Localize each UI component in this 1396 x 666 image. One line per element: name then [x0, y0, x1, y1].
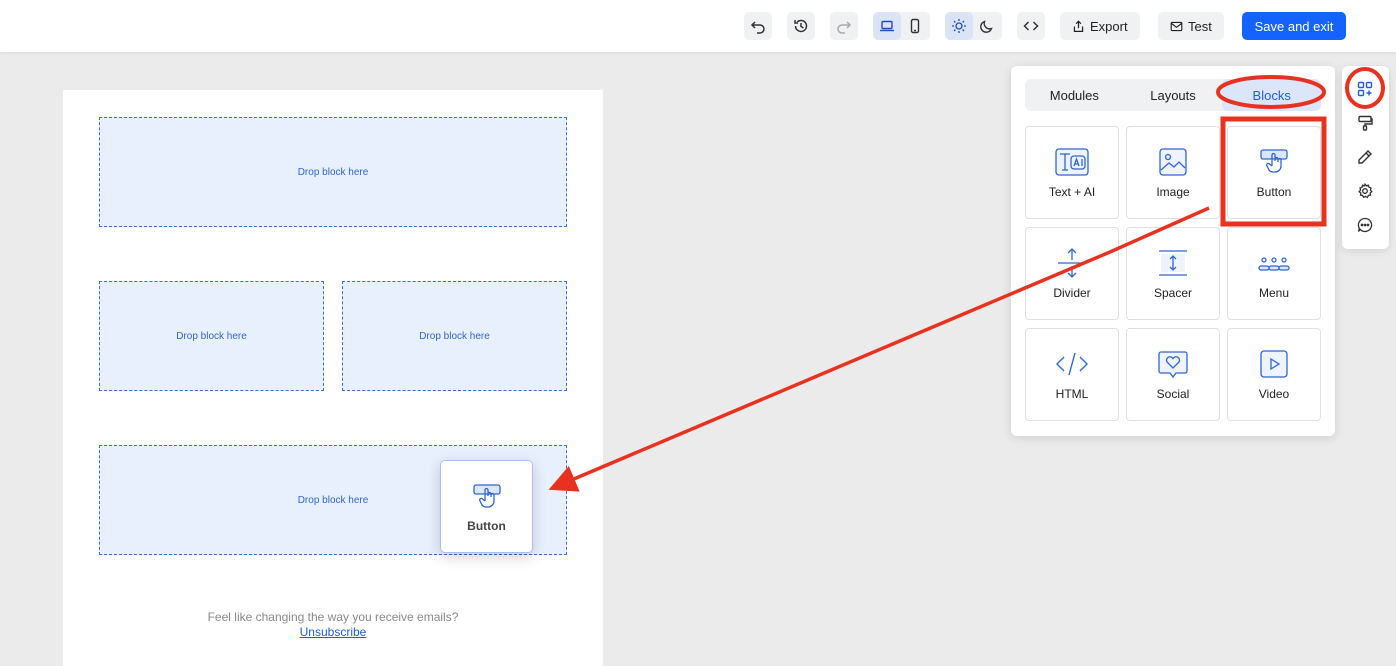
- menu-icon: [1258, 256, 1290, 271]
- block-tile-label: Video: [1258, 386, 1290, 401]
- comments-rail-button[interactable]: [1356, 216, 1374, 234]
- block-tile-label: HTML: [1055, 386, 1089, 401]
- redo-button[interactable]: [830, 12, 858, 40]
- footer-text: Feel like changing the way you receive e…: [207, 610, 459, 624]
- test-button[interactable]: Test: [1158, 12, 1224, 40]
- dragged-button-block[interactable]: Button: [440, 460, 533, 553]
- blocks-panel: Modules Layouts Blocks Text + AI Image B…: [1011, 66, 1335, 436]
- spacer-icon: [1159, 249, 1187, 276]
- sun-icon: [952, 19, 966, 33]
- tab-blocks[interactable]: Blocks: [1222, 79, 1322, 111]
- settings-rail-button[interactable]: [1356, 182, 1374, 200]
- save-and-exit-button[interactable]: Save and exit: [1242, 12, 1346, 40]
- block-tile-button[interactable]: Button: [1227, 126, 1321, 219]
- light-mode-button[interactable]: [945, 12, 973, 40]
- block-tile-video[interactable]: Video: [1227, 328, 1321, 421]
- block-tile-label: Text + AI: [1048, 184, 1096, 199]
- block-tile-social[interactable]: Social: [1126, 328, 1220, 421]
- image-icon: [1159, 147, 1187, 176]
- mobile-icon: [910, 18, 920, 34]
- html-icon: [1056, 352, 1088, 375]
- text-ai-icon: [1055, 147, 1089, 176]
- email-canvas: Drop block here Drop block here Drop blo…: [63, 90, 603, 666]
- block-tile-divider[interactable]: Divider: [1025, 227, 1119, 320]
- theme-toggle: [945, 12, 1002, 40]
- paint-roller-icon: [1358, 115, 1373, 131]
- moon-icon: [980, 20, 993, 33]
- history-button[interactable]: [787, 12, 815, 40]
- drop-zone-label: Drop block here: [419, 330, 490, 342]
- button-block-icon: [472, 483, 501, 508]
- block-tile-spacer[interactable]: Spacer: [1126, 227, 1220, 320]
- undo-icon: [750, 21, 765, 34]
- drop-zone-label: Drop block here: [297, 494, 369, 506]
- mobile-view-button[interactable]: [901, 12, 929, 40]
- block-tile-label: Divider: [1053, 285, 1091, 300]
- dark-mode-button[interactable]: [973, 12, 1001, 40]
- tab-layouts[interactable]: Layouts: [1124, 79, 1223, 111]
- tab-modules[interactable]: Modules: [1025, 79, 1124, 111]
- block-tile-label: Button: [1256, 184, 1292, 199]
- test-label: Test: [1188, 18, 1212, 34]
- block-tile-label: Social: [1156, 386, 1190, 401]
- drop-zone[interactable]: Drop block here: [99, 117, 567, 227]
- undo-button[interactable]: [744, 12, 772, 40]
- export-label: Export: [1090, 18, 1128, 34]
- block-tile-text-ai[interactable]: Text + AI: [1025, 126, 1119, 219]
- dragged-button-label: Button: [467, 518, 506, 533]
- style-rail-button[interactable]: [1356, 114, 1374, 132]
- pencil-icon: [1358, 150, 1372, 164]
- desktop-view-button[interactable]: [873, 12, 901, 40]
- grid-add-icon: [1357, 81, 1373, 97]
- divider-icon: [1058, 247, 1086, 278]
- block-tile-label: Menu: [1258, 285, 1290, 300]
- block-tile-image[interactable]: Image: [1126, 126, 1220, 219]
- redo-icon: [837, 21, 852, 34]
- social-icon: [1158, 350, 1188, 378]
- laptop-icon: [880, 20, 894, 32]
- chat-icon: [1357, 217, 1373, 233]
- drop-zone-label: Drop block here: [297, 166, 369, 178]
- video-icon: [1260, 349, 1288, 378]
- block-tile-label: Spacer: [1153, 285, 1193, 300]
- code-icon: [1023, 21, 1039, 31]
- export-icon: [1073, 19, 1084, 32]
- top-toolbar: Export Test Save and exit: [0, 0, 1396, 52]
- gear-icon: [1358, 183, 1373, 199]
- edit-rail-button[interactable]: [1356, 148, 1374, 166]
- block-tile-html[interactable]: HTML: [1025, 328, 1119, 421]
- export-button[interactable]: Export: [1060, 12, 1140, 40]
- drop-zone[interactable]: Drop block here: [99, 281, 324, 391]
- history-icon: [794, 19, 808, 33]
- drop-zone[interactable]: Drop block here: [342, 281, 567, 391]
- side-rail: [1342, 66, 1389, 249]
- panel-tabs: Modules Layouts Blocks: [1025, 79, 1322, 111]
- drop-zone-label: Drop block here: [176, 330, 247, 342]
- block-tile-label: Image: [1156, 184, 1190, 199]
- code-view-button[interactable]: [1017, 12, 1045, 40]
- unsubscribe-link[interactable]: Unsubscribe: [63, 625, 603, 639]
- block-tile-menu[interactable]: Menu: [1227, 227, 1321, 320]
- button-block-icon: [1260, 148, 1288, 173]
- device-toggle: [873, 12, 930, 40]
- mail-icon: [1170, 21, 1183, 31]
- blocks-rail-button[interactable]: [1356, 80, 1374, 98]
